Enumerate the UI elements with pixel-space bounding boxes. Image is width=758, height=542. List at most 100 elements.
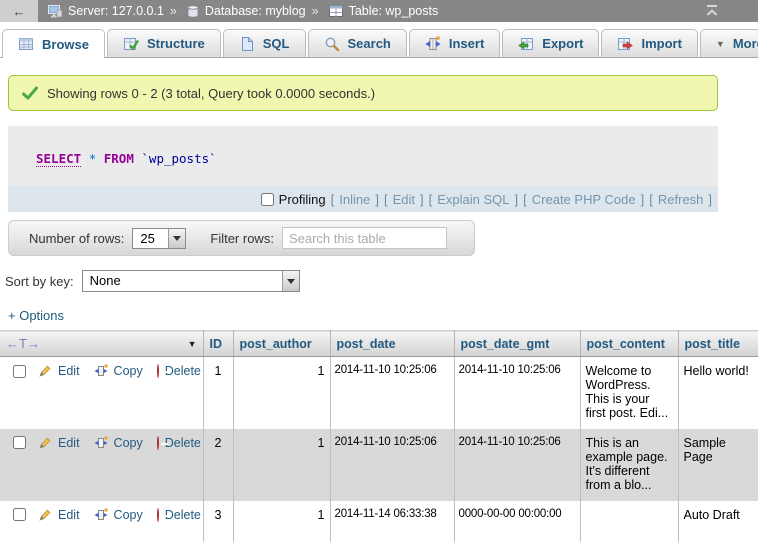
import-icon (617, 36, 633, 52)
profiling-checkbox[interactable] (261, 193, 274, 206)
cell-post-title: Sample Page (678, 429, 758, 501)
sort-by-key-select[interactable]: None (82, 270, 300, 292)
tab-search[interactable]: Search (308, 29, 407, 57)
dropdown-arrow-icon (173, 236, 181, 241)
back-arrow-icon: ← (13, 4, 26, 19)
rows-per-page-value: 25 (133, 229, 161, 248)
sql-keyword-select: SELECT (36, 151, 81, 167)
edit-row-link[interactable]: Edit (58, 436, 80, 450)
tab-more[interactable]: ▼ More (700, 29, 758, 57)
bracket: ] (420, 192, 424, 207)
export-icon (518, 36, 534, 52)
cell-post-date-gmt: 2014-11-10 10:25:06 (454, 357, 580, 429)
header-post-title[interactable]: post_title (678, 331, 758, 357)
header-post-content[interactable]: post_content (580, 331, 678, 357)
filter-rows-input[interactable] (282, 227, 447, 249)
edit-query-link[interactable]: Edit (393, 192, 415, 207)
breadcrumb-server[interactable]: Server: 127.0.0.1 (68, 4, 164, 18)
rows-per-page-select[interactable]: 25 (132, 228, 186, 249)
copy-row-link[interactable]: Copy (114, 508, 143, 522)
filter-rows-label: Filter rows: (210, 231, 274, 246)
database-icon (187, 5, 199, 18)
breadcrumb-table[interactable]: Table: wp_posts (349, 4, 439, 18)
cell-post-author: 1 (233, 429, 330, 501)
delete-row-link[interactable]: Delete (165, 508, 201, 522)
tab-label: Structure (147, 36, 205, 51)
profiling-label: Profiling (279, 192, 326, 207)
copy-icon (94, 436, 108, 450)
pencil-icon (38, 436, 52, 450)
tab-sql[interactable]: SQL (223, 29, 306, 57)
transpose-icon[interactable]: ←T→ (6, 336, 40, 351)
tab-label: More (733, 36, 758, 51)
sql-keyword-from: FROM (104, 151, 134, 166)
pencil-icon (38, 364, 52, 378)
tab-label: Import (641, 36, 681, 51)
more-arrow-icon: ▼ (716, 39, 725, 49)
collapse-icon[interactable] (704, 4, 720, 18)
browse-icon (18, 36, 34, 52)
cell-id: 1 (203, 357, 233, 429)
bracket: [ (523, 192, 527, 207)
status-text: Showing rows 0 - 2 (3 total, Query took … (47, 86, 375, 101)
tab-browse[interactable]: Browse (2, 29, 105, 58)
refresh-link[interactable]: Refresh (658, 192, 704, 207)
row-checkbox[interactable] (13, 436, 26, 449)
cell-post-date-gmt: 2014-11-10 10:25:06 (454, 429, 580, 501)
row-checkbox[interactable] (13, 508, 26, 521)
breadcrumb-database[interactable]: Database: myblog (205, 4, 306, 18)
tab-export[interactable]: Export (502, 29, 599, 57)
table-row: Edit Copy Delete 3 1 2014-11-14 06:33:38… (0, 501, 758, 542)
query-options-bar: Profiling [Inline] [Edit] [Explain SQL] … (8, 186, 718, 212)
table-row: Edit Copy Delete 1 1 2014-11-10 10:25:06… (0, 357, 758, 429)
header-post-date[interactable]: post_date (330, 331, 454, 357)
edit-row-link[interactable]: Edit (58, 364, 80, 378)
tab-structure[interactable]: Structure (107, 29, 221, 57)
bracket: [ (649, 192, 653, 207)
tab-label: SQL (263, 36, 290, 51)
tab-import[interactable]: Import (601, 29, 697, 57)
bracket: [ (331, 192, 335, 207)
sql-table-name: `wp_posts` (141, 151, 216, 166)
tab-label: Export (542, 36, 583, 51)
edit-row-link[interactable]: Edit (58, 508, 80, 522)
bracket: ] (641, 192, 645, 207)
status-message: Showing rows 0 - 2 (3 total, Query took … (8, 75, 718, 111)
bracket: [ (429, 192, 433, 207)
results-table: ←T→ ▼ ID post_author post_date post_date… (0, 330, 758, 542)
header-post-date-gmt[interactable]: post_date_gmt (454, 331, 580, 357)
delete-icon (157, 436, 159, 450)
column-options-icon[interactable]: ▼ (188, 339, 197, 349)
copy-row-link[interactable]: Copy (114, 436, 143, 450)
header-id[interactable]: ID (203, 331, 233, 357)
cell-post-content (580, 501, 678, 542)
sort-row: Sort by key: None (5, 270, 758, 292)
cell-post-date: 2014-11-10 10:25:06 (330, 429, 454, 501)
tab-label: Browse (42, 37, 89, 52)
sort-by-key-value: None (83, 271, 128, 291)
bracket: [ (384, 192, 388, 207)
explain-sql-link[interactable]: Explain SQL (437, 192, 509, 207)
row-checkbox[interactable] (13, 365, 26, 378)
delete-row-link[interactable]: Delete (165, 364, 201, 378)
inline-link[interactable]: Inline (339, 192, 370, 207)
tab-insert[interactable]: Insert (409, 29, 500, 57)
pencil-icon (38, 508, 52, 522)
sql-query-box: SELECT * FROM `wp_posts` (8, 126, 718, 186)
tab-bar: Browse Structure SQL Search Insert Expor… (0, 22, 758, 58)
back-button[interactable]: ← (0, 0, 38, 22)
success-check-icon (22, 86, 38, 100)
delete-row-link[interactable]: Delete (165, 436, 201, 450)
dropdown-arrow-icon (287, 279, 295, 284)
cell-post-date: 2014-11-10 10:25:06 (330, 357, 454, 429)
header-post-author[interactable]: post_author (233, 331, 330, 357)
search-icon (324, 36, 340, 52)
create-php-code-link[interactable]: Create PHP Code (532, 192, 636, 207)
header-actions: ←T→ ▼ (0, 331, 203, 357)
options-toggle-link[interactable]: + Options (8, 308, 64, 323)
cell-post-date-gmt: 0000-00-00 00:00:00 (454, 501, 580, 542)
copy-row-link[interactable]: Copy (114, 364, 143, 378)
breadcrumb-separator: » (312, 4, 319, 18)
copy-icon (94, 508, 108, 522)
table-row: Edit Copy Delete 2 1 2014-11-10 10:25:06… (0, 429, 758, 501)
